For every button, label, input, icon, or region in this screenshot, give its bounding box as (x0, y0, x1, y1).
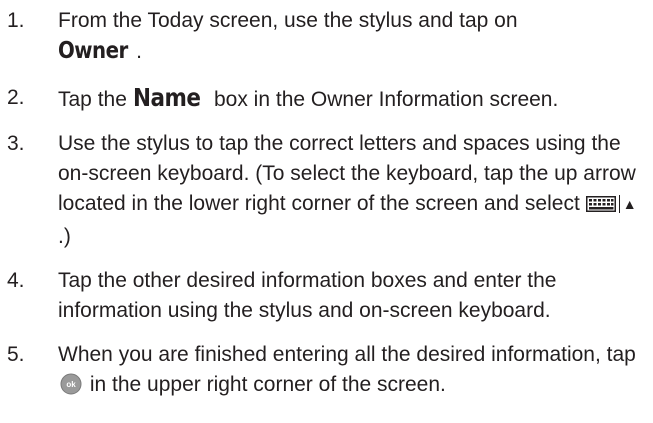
owner-keyword: Owner (58, 38, 128, 64)
step-number: 4. (7, 269, 25, 292)
ok-button-icon: ok (60, 373, 82, 404)
step-text-segment: Use the stylus to tap the correct letter… (58, 132, 636, 215)
step-text: Tap the Name box in the Owner Informatio… (58, 83, 653, 115)
svg-text:ok: ok (66, 380, 76, 389)
step-text-segment: Tap the (58, 88, 127, 111)
step-text-segment: box in the Owner Information screen. (213, 88, 559, 111)
step-text-segment: When you are finished entering all the d… (58, 343, 636, 366)
separator-bar (618, 195, 620, 213)
step-text: From the Today screen, use the stylus an… (58, 6, 653, 67)
step-4: 4. Tap the other desired information box… (0, 266, 653, 326)
step-2: 2. Tap the Name box in the Owner Informa… (0, 83, 653, 115)
step-text-segment: . (136, 40, 142, 63)
step-text: Use the stylus to tap the correct letter… (58, 129, 653, 252)
step-text: When you are finished entering all the d… (58, 340, 653, 404)
up-arrow-icon: ▲ (622, 196, 637, 212)
step-text-segment: Tap the other desired information boxes … (58, 269, 557, 322)
step-number: 3. (7, 132, 25, 155)
step-number: 2. (7, 86, 25, 109)
name-keyword: Name (132, 83, 201, 112)
keyboard-icon (585, 192, 616, 222)
instruction-steps: 1. From the Today screen, use the stylus… (0, 6, 653, 404)
step-text-segment: From the Today screen, use the stylus an… (58, 9, 518, 32)
step-text: Tap the other desired information boxes … (58, 266, 653, 326)
step-1: 1. From the Today screen, use the stylus… (0, 6, 653, 67)
step-text-segment: in the upper right corner of the screen. (89, 373, 446, 396)
step-number: 5. (7, 343, 25, 366)
step-5: 5. When you are finished entering all th… (0, 340, 653, 404)
step-number: 1. (7, 9, 25, 32)
step-3: 3. Use the stylus to tap the correct let… (0, 129, 653, 252)
step-text-segment: .) (58, 225, 71, 248)
